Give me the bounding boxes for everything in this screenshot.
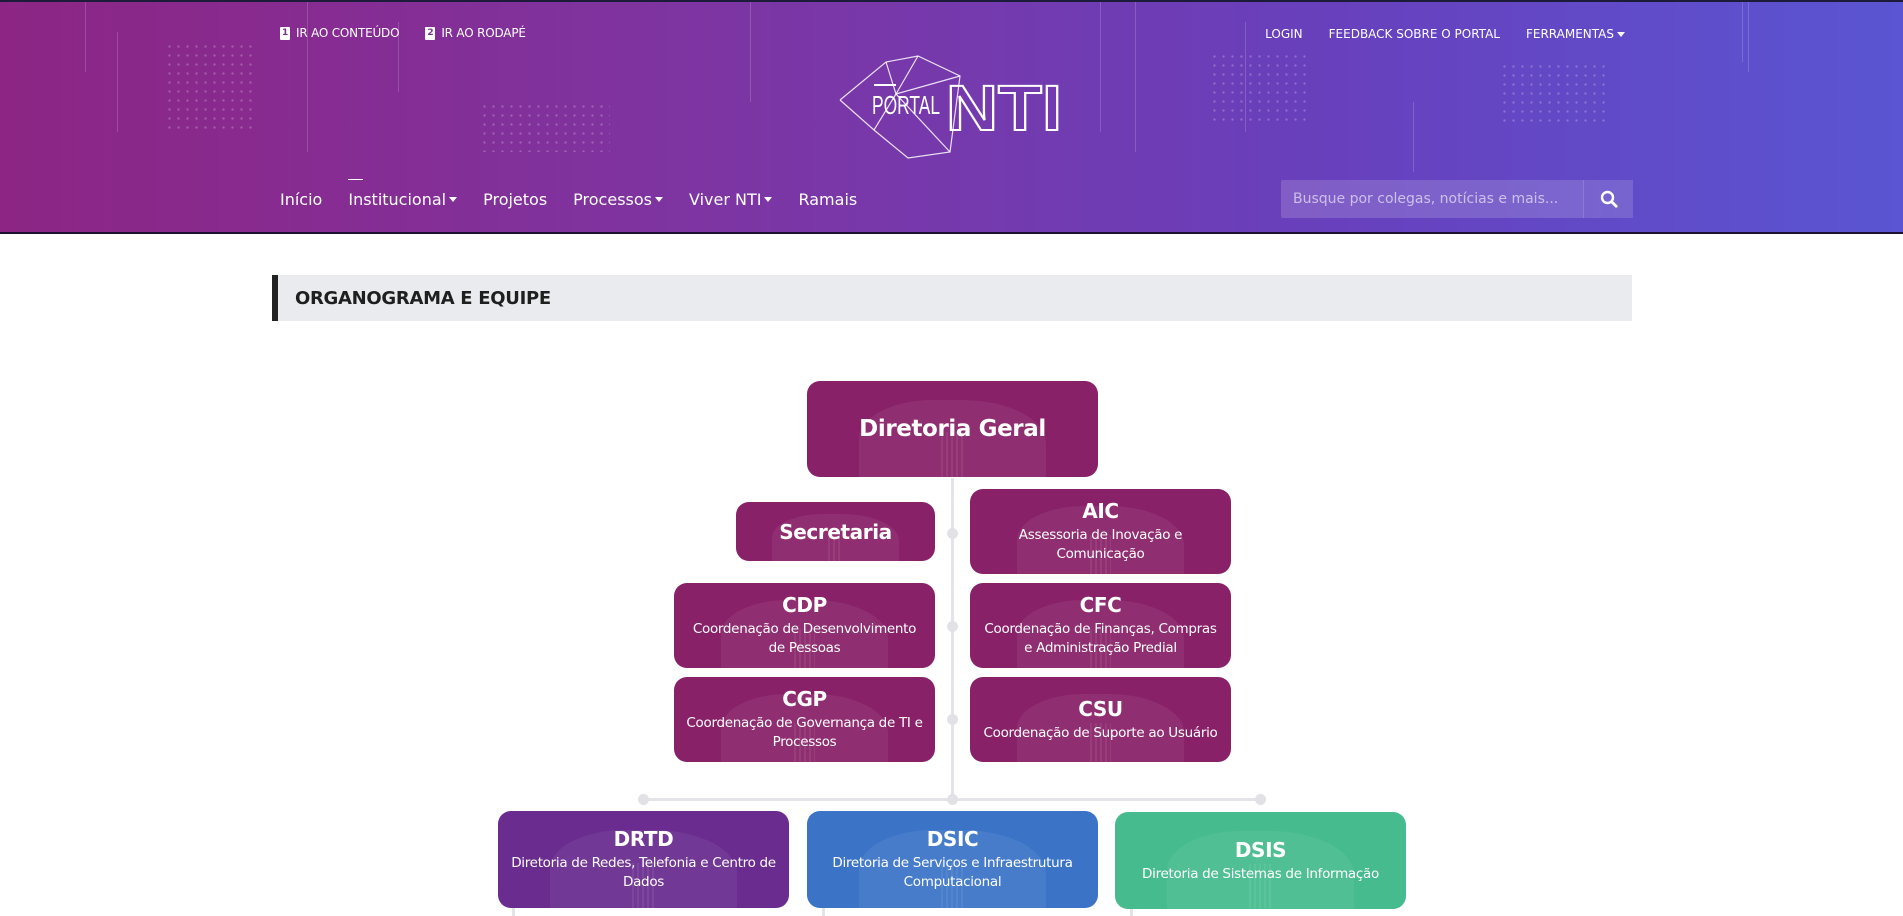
nav-viver-nti-label: Viver NTI (689, 190, 762, 209)
org-box-description: Coordenação de Desenvolvimento de Pessoa… (692, 621, 917, 656)
org-node-dot (947, 528, 958, 539)
org-box-aic[interactable]: AIC Assessoria de Inovação e Comunicação (970, 489, 1231, 574)
org-node-dot (947, 714, 958, 725)
skip-to-content-label: IR AO CONTEÚDO (296, 26, 400, 40)
org-box-dsic[interactable]: DSIC Diretoria de Serviços e Infraestrut… (807, 811, 1098, 908)
org-node-dot (947, 621, 958, 632)
logo-portal-text: PORTAL (872, 90, 940, 120)
nav-processos[interactable]: Processos (573, 190, 663, 209)
feedback-link[interactable]: FEEDBACK SOBRE O PORTAL (1329, 27, 1500, 41)
org-box-description: Coordenação de Suporte ao Usuário (983, 724, 1218, 741)
org-box-title: CGP (782, 687, 827, 711)
login-link[interactable]: LOGIN (1265, 27, 1303, 41)
caret-down-icon (655, 197, 663, 202)
org-box-diretoria-geral[interactable]: Diretoria Geral (807, 381, 1098, 477)
search-button[interactable] (1583, 180, 1633, 218)
org-node-dot (947, 794, 958, 805)
org-connector (951, 478, 954, 800)
org-box-title: Diretoria Geral (859, 416, 1046, 442)
nav-institucional[interactable]: Institucional (348, 179, 458, 209)
caret-down-icon (449, 197, 458, 202)
main-nav: Início Institucional Projetos Processos … (280, 179, 857, 209)
skip-to-content-link[interactable]: 1 IR AO CONTEÚDO (280, 26, 400, 40)
skip-number-badge: 2 (425, 26, 436, 40)
skip-number-badge: 1 (280, 26, 290, 40)
org-box-description: Assessoria de Inovação e Comunicação (1018, 527, 1183, 562)
search-input[interactable] (1281, 180, 1583, 218)
caret-down-icon (764, 197, 773, 202)
portal-nti-logo[interactable]: PORTAL NTI (838, 54, 1070, 160)
org-box-description: Coordenação de Governança de TI e Proces… (686, 715, 923, 750)
org-box-description: Diretoria de Serviços e Infraestrutura C… (832, 855, 1073, 890)
utility-links: LOGIN FEEDBACK SOBRE O PORTAL FERRAMENTA… (1265, 27, 1625, 41)
nav-institucional-label: Institucional (348, 190, 447, 209)
org-box-title: AIC (1082, 499, 1119, 523)
org-box-drtd[interactable]: DRTD Diretoria de Redes, Telefonia e Cen… (498, 811, 789, 908)
nav-ramais[interactable]: Ramais (798, 190, 857, 209)
nav-projetos[interactable]: Projetos (483, 190, 547, 209)
skip-links: 1 IR AO CONTEÚDO 2 IR AO RODAPÉ (280, 26, 526, 40)
org-node-dot (638, 794, 649, 805)
org-box-title: CFC (1079, 593, 1122, 617)
org-box-cgp[interactable]: CGP Coordenação de Governança de TI e Pr… (674, 677, 935, 762)
skip-to-footer-label: IR AO RODAPÉ (441, 26, 526, 40)
org-box-title: DSIC (926, 827, 979, 851)
search-form (1281, 180, 1633, 218)
search-icon (1600, 190, 1618, 208)
tools-dropdown[interactable]: FERRAMENTAS (1526, 27, 1625, 41)
site-header: 1 IR AO CONTEÚDO 2 IR AO RODAPÉ LOGIN FE… (0, 0, 1903, 234)
org-box-title: CDP (782, 593, 827, 617)
skip-to-footer-link[interactable]: 2 IR AO RODAPÉ (425, 26, 526, 40)
nav-viver-nti[interactable]: Viver NTI (689, 190, 773, 209)
org-box-description: Coordenação de Finanças, Compras e Admin… (984, 621, 1217, 656)
org-box-cdp[interactable]: CDP Coordenação de Desenvolvimento de Pe… (674, 583, 935, 668)
org-box-title: DRTD (613, 827, 674, 851)
org-box-title: CSU (1078, 696, 1123, 721)
nav-inicio[interactable]: Início (280, 190, 322, 209)
org-box-description: Diretoria de Redes, Telefonia e Centro d… (511, 855, 776, 890)
org-box-cfc[interactable]: CFC Coordenação de Finanças, Compras e A… (970, 583, 1231, 668)
org-node-dot (1255, 794, 1266, 805)
org-box-title: Secretaria (779, 519, 892, 544)
org-box-secretaria[interactable]: Secretaria (736, 502, 935, 561)
org-box-csu[interactable]: CSU Coordenação de Suporte ao Usuário (970, 677, 1231, 762)
org-box-description: Diretoria de Sistemas de Informação (1142, 865, 1379, 882)
org-box-title: DSIS (1234, 837, 1287, 862)
logo-nti-text: NTI (946, 72, 1062, 144)
page-title: ORGANOGRAMA E EQUIPE (272, 275, 1632, 321)
nav-processos-label: Processos (573, 190, 652, 209)
caret-down-icon (1617, 32, 1625, 37)
org-box-dsis[interactable]: DSIS Diretoria de Sistemas de Informação (1115, 812, 1406, 909)
tools-label: FERRAMENTAS (1525, 27, 1614, 41)
